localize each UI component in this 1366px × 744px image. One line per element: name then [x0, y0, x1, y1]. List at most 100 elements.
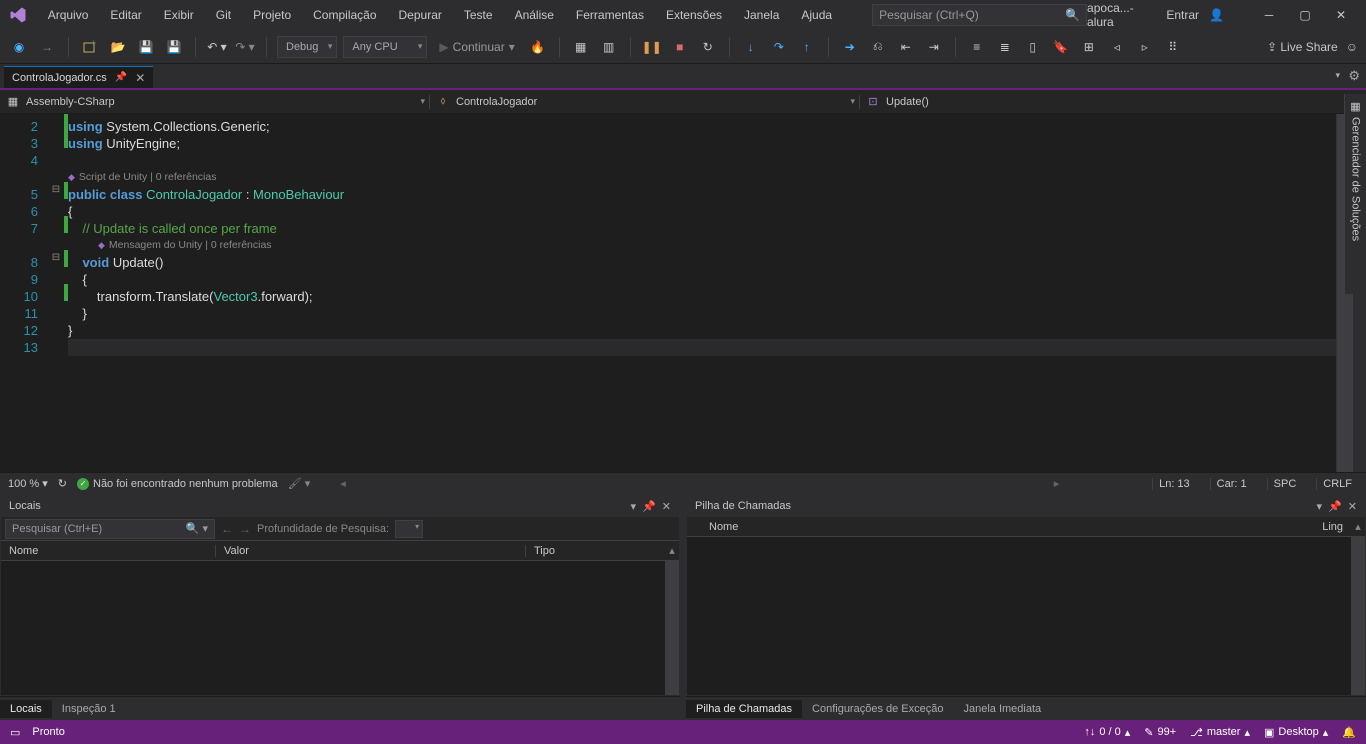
bookmark-prev-button[interactable]: ◃: [1106, 36, 1128, 58]
horizontal-scroll[interactable]: ◂▸: [340, 477, 1059, 490]
tab-pilha[interactable]: Pilha de Chamadas: [686, 700, 802, 718]
continue-button[interactable]: ▶Continuar ▾: [433, 40, 520, 54]
menu-compilacao[interactable]: Compilação: [303, 4, 386, 26]
search-input[interactable]: Pesquisar (Ctrl+Q) 🔍: [872, 4, 1087, 26]
nav-back-button[interactable]: ◉: [8, 36, 30, 58]
step-over-button[interactable]: ↷: [768, 36, 790, 58]
callstack-col-lang[interactable]: Ling: [1311, 521, 1351, 533]
tab-settings-icon[interactable]: ⚙: [1348, 68, 1360, 84]
show-next-statement-button[interactable]: ➔: [839, 36, 861, 58]
platform-dropdown[interactable]: Any CPU: [343, 36, 427, 58]
tab-locais[interactable]: Locais: [0, 700, 52, 718]
menu-projeto[interactable]: Projeto: [243, 4, 301, 26]
menu-teste[interactable]: Teste: [454, 4, 503, 26]
errors-warnings[interactable]: ↑↓ 0 / 0 ▴: [1084, 726, 1130, 739]
menu-depurar[interactable]: Depurar: [389, 4, 452, 26]
file-tab-active[interactable]: ControlaJogador.cs 📌 ✕: [4, 66, 153, 88]
tab-excecao[interactable]: Configurações de Exceção: [802, 700, 953, 718]
nav-class[interactable]: ⬨ ControlaJogador ▾: [430, 95, 860, 109]
menu-editar[interactable]: Editar: [100, 4, 151, 26]
fold-method-icon[interactable]: ⊟: [48, 250, 64, 267]
panel-pin-icon[interactable]: 📌: [642, 500, 656, 513]
depth-dropdown[interactable]: [395, 520, 423, 538]
step-fwd-button[interactable]: ⇥: [923, 36, 945, 58]
panel-pin-icon[interactable]: 📌: [1328, 500, 1342, 513]
toggle-suggestions-button[interactable]: ⠿: [1162, 36, 1184, 58]
tab-janela-imediata[interactable]: Janela Imediata: [953, 700, 1051, 718]
zoom-level[interactable]: 100 % ▾: [8, 477, 48, 490]
undo-button[interactable]: ↶ ▾: [206, 36, 228, 58]
locals-scrollbar[interactable]: [665, 561, 679, 695]
panel-close-icon[interactable]: ✕: [1348, 500, 1357, 513]
refresh-icon[interactable]: ↻: [58, 477, 67, 490]
indent-less-button[interactable]: ≡: [966, 36, 988, 58]
notifications-icon[interactable]: 🔔: [1342, 726, 1356, 739]
close-window-button[interactable]: ✕: [1324, 2, 1358, 28]
step-into-button[interactable]: ↓: [740, 36, 762, 58]
menu-exibir[interactable]: Exibir: [154, 4, 204, 26]
pause-button[interactable]: ❚❚: [641, 36, 663, 58]
panel-dropdown-icon[interactable]: ▾: [631, 500, 637, 513]
menu-arquivo[interactable]: Arquivo: [38, 4, 99, 26]
problems-indicator[interactable]: ✓Não foi encontrado nenhum problema: [77, 478, 278, 490]
redo-button[interactable]: ↷ ▾: [234, 36, 256, 58]
solution-config-dropdown[interactable]: Debug: [277, 36, 337, 58]
locals-col-value[interactable]: Valor: [216, 545, 526, 557]
save-button[interactable]: 💾: [135, 36, 157, 58]
feedback-icon[interactable]: ☺: [1346, 40, 1358, 54]
panel-dropdown-icon[interactable]: ▾: [1317, 500, 1323, 513]
indent-mode[interactable]: SPC: [1267, 478, 1303, 490]
debug-target-button[interactable]: ▥: [598, 36, 620, 58]
hot-reload-button[interactable]: 🔥: [527, 36, 549, 58]
codelens-method[interactable]: ◆Mensagem do Unity | 0 referências: [68, 237, 1336, 254]
menu-extensoes[interactable]: Extensões: [656, 4, 732, 26]
git-branch[interactable]: ⎇ master ▴: [1190, 726, 1250, 739]
code-editor[interactable]: using System.Collections.Generic;using U…: [68, 114, 1336, 472]
locals-col-type[interactable]: Tipo: [526, 545, 665, 557]
step-out-button[interactable]: ↑: [796, 36, 818, 58]
attach-unity-button[interactable]: ▦: [570, 36, 592, 58]
bookmark-list-button[interactable]: ⊞: [1078, 36, 1100, 58]
bookmark-button[interactable]: 🔖: [1050, 36, 1072, 58]
codelens-class[interactable]: ◆Script de Unity | 0 referências: [68, 169, 1336, 186]
fold-class-icon[interactable]: ⊟: [48, 182, 64, 199]
nav-member[interactable]: ⊡ Update() ▾: [860, 95, 1366, 109]
signin-button[interactable]: Entrar: [1166, 8, 1199, 22]
health-icon[interactable]: 🖌 ▾: [288, 477, 311, 490]
nav-assembly[interactable]: ▦ Assembly-CSharp ▾: [0, 95, 430, 109]
line-ending[interactable]: CRLF: [1316, 478, 1358, 490]
callstack-col-name[interactable]: Nome: [701, 521, 1311, 533]
locals-col-name[interactable]: Nome: [1, 545, 216, 557]
search-next-icon[interactable]: →: [239, 522, 251, 536]
comment-button[interactable]: ▯: [1022, 36, 1044, 58]
open-folder-button[interactable]: 📂: [107, 36, 129, 58]
tab-overflow-icon[interactable]: ▾: [1335, 70, 1340, 81]
new-item-button[interactable]: +: [79, 36, 101, 58]
close-tab-icon[interactable]: ✕: [135, 71, 145, 85]
output-icon[interactable]: ▭: [10, 726, 20, 739]
nav-forward-button[interactable]: →: [36, 36, 58, 58]
restart-button[interactable]: ↻: [697, 36, 719, 58]
pending-changes[interactable]: ✎ 99+: [1144, 726, 1176, 739]
menu-git[interactable]: Git: [206, 4, 241, 26]
tab-inspecao[interactable]: Inspeção 1: [52, 700, 126, 718]
bookmark-next-button[interactable]: ▹: [1134, 36, 1156, 58]
menu-ajuda[interactable]: Ajuda: [791, 4, 842, 26]
repo-scope[interactable]: ▣ Desktop ▴: [1264, 726, 1328, 739]
maximize-button[interactable]: ▢: [1288, 2, 1322, 28]
menu-analise[interactable]: Análise: [505, 4, 564, 26]
indent-more-button[interactable]: ≣: [994, 36, 1016, 58]
callstack-scrollbar[interactable]: [1351, 537, 1365, 695]
save-all-button[interactable]: 💾: [163, 36, 185, 58]
minimize-button[interactable]: ─: [1252, 2, 1286, 28]
user-icon[interactable]: 👤: [1209, 8, 1224, 22]
locals-search-input[interactable]: Pesquisar (Ctrl+E) 🔍 ▾: [5, 519, 215, 539]
step-back-button[interactable]: ⇤: [895, 36, 917, 58]
panel-close-icon[interactable]: ✕: [662, 500, 671, 513]
pin-icon[interactable]: 📌: [115, 72, 127, 83]
search-prev-icon[interactable]: ←: [221, 522, 233, 536]
menu-janela[interactable]: Janela: [734, 4, 789, 26]
stop-button[interactable]: ■: [669, 36, 691, 58]
menu-ferramentas[interactable]: Ferramentas: [566, 4, 654, 26]
liveshare-button[interactable]: ⇪ Live Share: [1267, 40, 1338, 54]
